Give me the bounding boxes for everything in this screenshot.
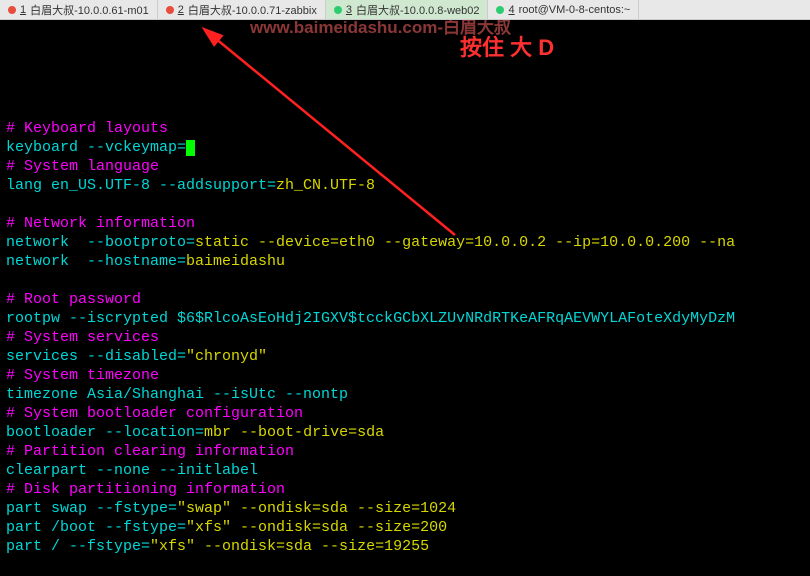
tab-4[interactable]: 4 root@VM-0-8-centos:~ [488, 0, 639, 19]
text-span: "xfs" --ondisk=sda --size=19255 [150, 538, 429, 555]
terminal-line: clearpart --none --initlabel [6, 461, 804, 480]
terminal-line [6, 556, 804, 575]
text-span: # Network information [6, 215, 195, 232]
text-span: static --device=eth0 --gateway=10.0.0.2 … [195, 234, 735, 251]
text-span: "swap" --ondisk=sda --size=1024 [177, 500, 456, 517]
terminal-line [6, 195, 804, 214]
text-span: part / --fstype= [6, 538, 150, 555]
terminal-line: timezone Asia/Shanghai --isUtc --nontp [6, 385, 804, 404]
text-span: keyboard --vckeymap= [6, 139, 186, 156]
terminal-line: # System services [6, 328, 804, 347]
text-span: # System bootloader configuration [6, 405, 303, 422]
text-span: # Keyboard layouts [6, 120, 168, 137]
terminal-line: network --bootproto=static --device=eth0… [6, 233, 804, 252]
terminal-line: part / --fstype="xfs" --ondisk=sda --siz… [6, 537, 804, 556]
tab-number: 4 [508, 4, 514, 16]
status-dot-icon [496, 6, 504, 14]
tab-number: 2 [178, 4, 184, 16]
tab-bar: 1 白眉大叔-10.0.0.61-m01 2 白眉大叔-10.0.0.71-zabbi… [0, 0, 810, 20]
text-span: # Root password [6, 291, 141, 308]
terminal-line: # Network information [6, 214, 804, 233]
terminal-line: # System timezone [6, 366, 804, 385]
text-span: lang en_US.UTF-8 --addsupport= [6, 177, 276, 194]
terminal-line: network --hostname=baimeidashu [6, 252, 804, 271]
tab-2[interactable]: 2 白眉大叔-10.0.0.71-zabbix [158, 0, 326, 19]
status-dot-icon [8, 6, 16, 14]
terminal-line: # Root password [6, 290, 804, 309]
text-span: network --hostname= [6, 253, 186, 270]
status-dot-icon [166, 6, 174, 14]
text-span: part swap --fstype= [6, 500, 177, 517]
tab-label: 白眉大叔-10.0.0.61-m01 [30, 2, 149, 18]
text-span: baimeidashu [186, 253, 285, 270]
text-span: # Disk partitioning information [6, 481, 285, 498]
terminal-line: # Keyboard layouts [6, 119, 804, 138]
terminal-line: keyboard --vckeymap= [6, 138, 804, 157]
terminal-line: rootpw --iscrypted $6$RlcoAsEoHdj2IGXV$t… [6, 309, 804, 328]
terminal-line: # System bootloader configuration [6, 404, 804, 423]
text-span: bootloader --location= [6, 424, 204, 441]
terminal-line: # System language [6, 157, 804, 176]
terminal-line: bootloader --location=mbr --boot-drive=s… [6, 423, 804, 442]
text-span: # Partition clearing information [6, 443, 294, 460]
tab-label: root@VM-0-8-centos:~ [519, 4, 631, 16]
text-span: "chronyd" [186, 348, 267, 365]
terminal-line: lang en_US.UTF-8 --addsupport=zh_CN.UTF-… [6, 176, 804, 195]
tab-label: 白眉大叔-10.0.0.8-web02 [356, 2, 480, 18]
status-dot-icon [334, 6, 342, 14]
tab-label: 白眉大叔-10.0.0.71-zabbix [188, 2, 317, 18]
tab-number: 3 [346, 4, 352, 16]
text-span: timezone Asia/Shanghai --isUtc --nontp [6, 386, 348, 403]
terminal-line: part swap --fstype="swap" --ondisk=sda -… [6, 499, 804, 518]
tab-3[interactable]: 3 白眉大叔-10.0.0.8-web02 [326, 0, 489, 19]
terminal[interactable]: www.baimeidashu.com-白眉大叔 按住 大 D # Keyboa… [0, 20, 810, 576]
watermark: www.baimeidashu.com-白眉大叔 [250, 20, 511, 37]
text-span: # System services [6, 329, 159, 346]
terminal-line: # Partition clearing information [6, 442, 804, 461]
terminal-line: services --disabled="chronyd" [6, 347, 804, 366]
text-span: part /boot --fstype= [6, 519, 186, 536]
text-span: zh_CN.UTF-8 [276, 177, 375, 194]
terminal-line: part /boot --fstype="xfs" --ondisk=sda -… [6, 518, 804, 537]
terminal-lines: # Keyboard layouts keyboard --vckeymap= # … [6, 119, 804, 576]
terminal-line: # Disk partitioning information [6, 480, 804, 499]
annotation-text: 按住 大 D [460, 38, 554, 57]
text-span: services --disabled= [6, 348, 186, 365]
text-span: # System language [6, 158, 159, 175]
text-span: mbr --boot-drive=sda [204, 424, 384, 441]
text-span: # System timezone [6, 367, 159, 384]
tab-number: 1 [20, 4, 26, 16]
text-span: clearpart --none --initlabel [6, 462, 258, 479]
tab-1[interactable]: 1 白眉大叔-10.0.0.61-m01 [0, 0, 158, 19]
cursor-icon [186, 140, 195, 156]
text-span: "xfs" --ondisk=sda --size=200 [186, 519, 447, 536]
text-span: network --bootproto= [6, 234, 195, 251]
text-span: rootpw --iscrypted $6$RlcoAsEoHdj2IGXV$t… [6, 310, 735, 327]
terminal-line [6, 271, 804, 290]
